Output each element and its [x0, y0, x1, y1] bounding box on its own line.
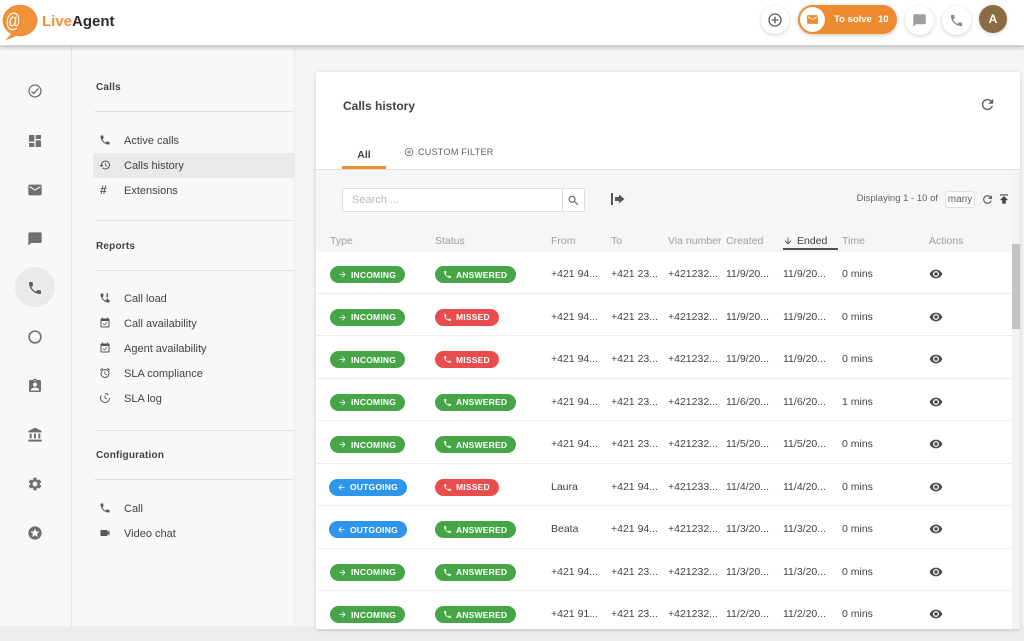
svg-text:@: @ — [6, 11, 21, 33]
